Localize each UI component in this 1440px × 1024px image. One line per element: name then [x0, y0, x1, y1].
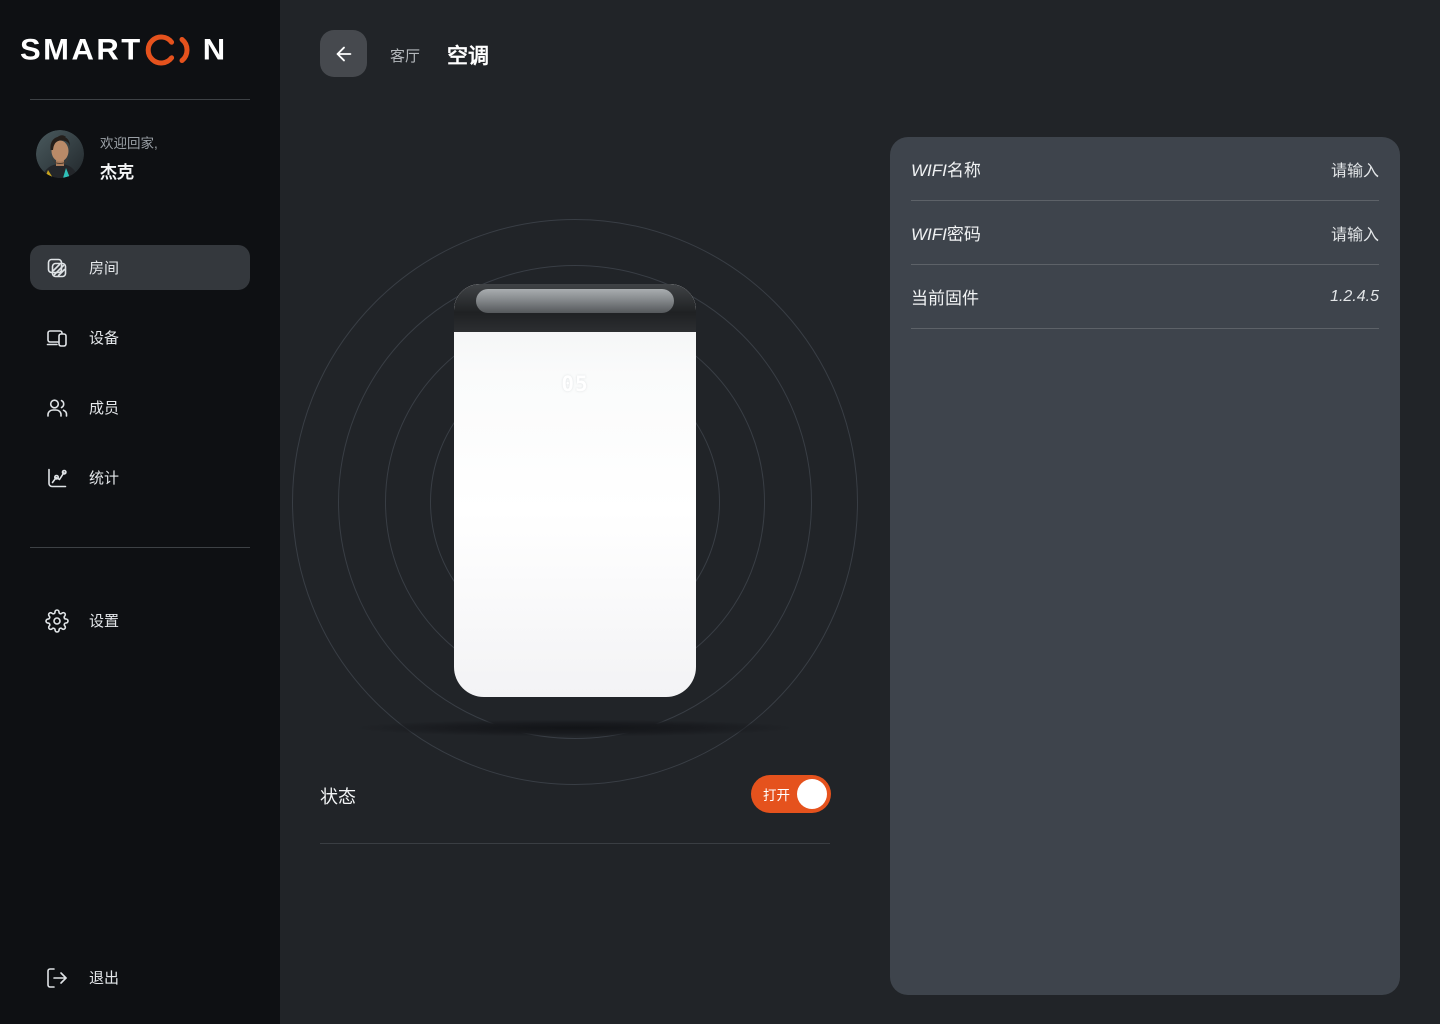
username: 杰克 — [100, 158, 158, 183]
breadcrumb[interactable]: 客厅 — [390, 45, 420, 66]
logo-text-n: N — [203, 33, 228, 68]
welcome-text: 欢迎回家, — [100, 132, 158, 152]
device-shadow — [343, 719, 807, 737]
wifi-name-input[interactable]: 请输入 — [1331, 157, 1379, 181]
rooms-icon — [45, 256, 69, 280]
wifi-password-label-prefix: WIFI — [911, 225, 947, 244]
device-settings-card: WIFI名称 请输入 WIFI密码 请输入 当前固件 1.2.4.5 — [890, 137, 1400, 995]
wifi-name-label-rest: 名称 — [947, 161, 981, 180]
ac-led-display: 05 — [454, 372, 696, 396]
firmware-row: 当前固件 1.2.4.5 — [911, 265, 1379, 329]
ac-top-panel — [454, 284, 696, 332]
sidebar-item-label: 统计 — [89, 467, 119, 488]
sidebar-item-label: 设置 — [89, 610, 119, 631]
sidebar-item-label: 设备 — [89, 327, 119, 348]
ac-top-lid — [476, 289, 674, 313]
wifi-name-label-prefix: WIFI — [911, 161, 947, 180]
arrow-left-icon — [333, 43, 355, 65]
user-profile: 欢迎回家, 杰克 — [36, 130, 158, 183]
stats-icon — [45, 466, 69, 490]
devices-icon — [45, 326, 69, 350]
power-toggle-label: 打开 — [763, 784, 790, 804]
wifi-name-label: WIFI名称 — [911, 156, 981, 181]
toggle-knob — [797, 779, 827, 809]
sidebar-item-rooms[interactable]: 房间 — [30, 245, 250, 290]
sidebar-item-label: 成员 — [89, 397, 119, 418]
sidebar-item-logout[interactable]: 退出 — [30, 955, 250, 1000]
wifi-password-label-rest: 密码 — [947, 225, 981, 244]
back-button[interactable] — [320, 30, 367, 77]
profile-text: 欢迎回家, 杰克 — [100, 130, 158, 183]
sidebar-item-devices[interactable]: 设备 — [30, 315, 250, 360]
firmware-label: 当前固件 — [911, 284, 979, 309]
sidebar-divider-top — [30, 99, 250, 100]
logo-o-ring-icon — [144, 32, 202, 68]
sidebar-item-label: 退出 — [89, 967, 119, 988]
wifi-name-row: WIFI名称 请输入 — [911, 137, 1379, 201]
status-label: 状态 — [320, 783, 356, 809]
page-title: 空调 — [447, 40, 489, 70]
members-icon — [45, 396, 69, 420]
sidebar-item-label: 房间 — [89, 257, 119, 278]
wifi-password-input[interactable]: 请输入 — [1331, 221, 1379, 245]
avatar-image — [36, 130, 84, 178]
sidebar-item-stats[interactable]: 统计 — [30, 455, 250, 500]
air-conditioner-image: 05 — [454, 284, 696, 697]
brand-logo: SMART N — [20, 30, 228, 70]
logout-icon — [45, 966, 69, 990]
firmware-version: 1.2.4.5 — [1330, 288, 1379, 306]
sidebar-divider-mid — [30, 547, 250, 548]
sidebar-nav: 房间 设备 成员 统计 — [30, 245, 250, 525]
wifi-password-label: WIFI密码 — [911, 220, 981, 245]
wifi-password-row: WIFI密码 请输入 — [911, 201, 1379, 265]
status-divider — [320, 843, 830, 844]
sidebar-item-members[interactable]: 成员 — [30, 385, 250, 430]
firmware-label-text: 当前固件 — [911, 289, 979, 308]
logo-text-smart: SMART — [20, 33, 143, 68]
gear-icon — [45, 609, 69, 633]
sidebar-item-settings[interactable]: 设置 — [30, 598, 250, 643]
power-toggle[interactable]: 打开 — [751, 775, 831, 813]
avatar[interactable] — [36, 130, 84, 178]
sidebar: SMART N — [0, 0, 280, 1024]
